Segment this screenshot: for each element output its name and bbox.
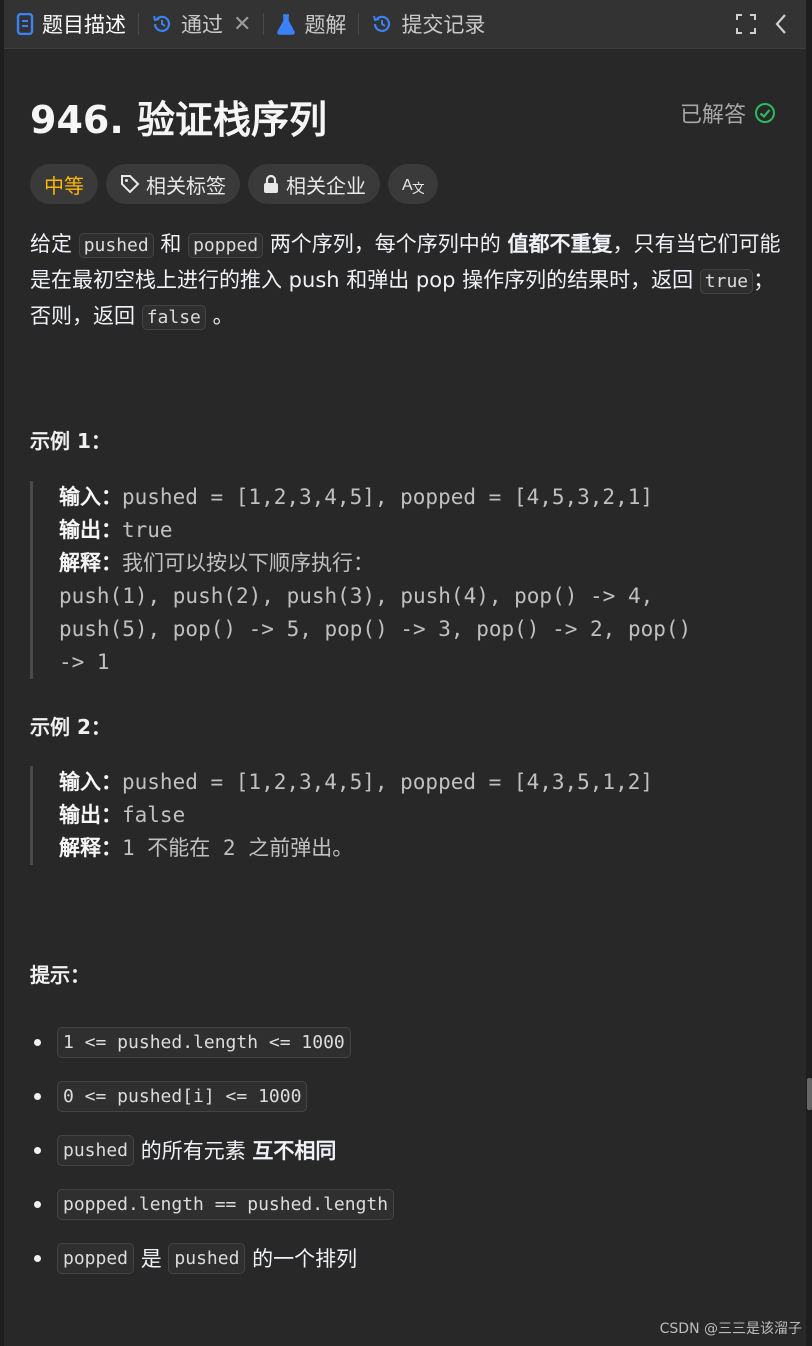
example-label: 输出：: [59, 803, 122, 827]
tab-submissions[interactable]: 提交记录: [359, 0, 497, 48]
desc-text: 给定: [30, 232, 72, 256]
flask-icon: [277, 14, 296, 35]
list-bold: 互不相同: [252, 1139, 337, 1163]
fullscreen-icon[interactable]: [736, 14, 756, 34]
inline-code: popped.length == pushed.length: [57, 1188, 395, 1220]
example-code-line: push(1), push(2), push(3), push(4), pop(…: [59, 584, 654, 608]
solved-status: 已解答: [680, 97, 776, 129]
related-companies-button[interactable]: 相关企业: [248, 164, 380, 204]
example-code-line: push(5), pop() -> 5, pop() -> 3, pop() -…: [59, 617, 692, 641]
tag-row: 中等 相关标签 相关企业 A文: [30, 164, 438, 204]
tab-bar: 题目描述 通过 ✕ 题解 提交记录: [4, 0, 806, 49]
inline-code: 1 <= pushed.length <= 1000: [57, 1026, 351, 1058]
history-icon: [373, 15, 391, 32]
difficulty-label: 中等: [44, 173, 84, 198]
example-input: pushed = [1,2,3,4,5], popped = [4,5,3,2,…: [122, 485, 654, 509]
inline-code: pushed: [78, 233, 154, 258]
bullet-dot: [34, 1038, 41, 1046]
example-label: 解释：: [59, 551, 122, 575]
check-circle-icon: [755, 103, 775, 123]
translate-button[interactable]: A文: [388, 164, 438, 204]
list-item: 0 <= pushed[i] <= 1000: [30, 1069, 790, 1123]
related-tags-label: 相关标签: [146, 173, 226, 198]
constraints-title: 提示：: [30, 963, 90, 987]
constraints-list: 1 <= pushed.length <= 1000 0 <= pushed[i…: [30, 1015, 790, 1285]
desc-text: 。: [212, 304, 234, 328]
example-2-block: 输入：pushed = [1,2,3,4,5], popped = [4,3,5…: [30, 766, 812, 865]
problem-description: 给定 pushed 和 popped 两个序列，每个序列中的 值都不重复，只有当…: [30, 227, 782, 335]
tab-actions: [736, 13, 806, 35]
tab-passed[interactable]: 通过 ✕: [139, 0, 263, 48]
inline-code: 0 <= pushed[i] <= 1000: [57, 1080, 308, 1112]
example-code-line: -> 1: [59, 650, 110, 674]
example-label: 解释：: [59, 836, 122, 860]
list-text: 的一个排列: [252, 1247, 358, 1271]
list-item: popped 是 pushed 的一个排列: [30, 1231, 790, 1285]
list-text: 是: [140, 1247, 162, 1271]
list-item: 1 <= pushed.length <= 1000: [30, 1015, 790, 1069]
svg-text:文: 文: [412, 181, 424, 194]
example-label: 输入：: [59, 485, 122, 509]
inline-code: pushed: [57, 1134, 135, 1166]
watermark: CSDN @三三是该溜子: [659, 1321, 802, 1337]
bullet-dot: [34, 1092, 41, 1100]
bullet-dot: [34, 1200, 41, 1208]
desc-text: 两个序列，每个序列中的: [269, 232, 501, 256]
solved-label: 已解答: [679, 103, 746, 128]
desc-bold: 值都不重复: [507, 232, 613, 256]
example-explanation: 1 不能在 2 之前弹出。: [122, 836, 354, 860]
history-icon: [153, 15, 171, 32]
difficulty-badge[interactable]: 中等: [30, 164, 98, 204]
example-1-title: 示例 1：: [30, 429, 111, 453]
tag-icon: [121, 175, 140, 194]
list-item: pushed 的所有元素 互不相同: [30, 1123, 790, 1177]
inline-code: popped: [57, 1242, 135, 1274]
example-output: true: [122, 518, 173, 542]
list-text: 的所有元素: [140, 1139, 246, 1163]
close-icon[interactable]: ✕: [233, 12, 251, 37]
inline-code: pushed: [168, 1242, 246, 1274]
tab-solutions[interactable]: 题解: [264, 0, 358, 48]
list-item: popped.length == pushed.length: [30, 1177, 790, 1231]
inline-code: true: [699, 269, 754, 294]
related-tags-button[interactable]: 相关标签: [106, 164, 240, 204]
tab-solutions-label: 题解: [304, 13, 347, 37]
inline-code: popped: [188, 233, 264, 258]
bullet-dot: [34, 1146, 41, 1154]
desc-text: 和: [160, 232, 182, 256]
lock-icon: [264, 174, 278, 193]
example-explanation: 我们可以按以下顺序执行：: [122, 551, 374, 575]
document-icon: [16, 13, 34, 35]
tab-submissions-label: 提交记录: [401, 13, 486, 37]
example-label: 输出：: [59, 518, 122, 542]
example-1-block: 输入：pushed = [1,2,3,4,5], popped = [4,5,3…: [30, 481, 812, 679]
scrollbar[interactable]: [807, 1078, 812, 1110]
related-companies-label: 相关企业: [286, 173, 366, 198]
tab-passed-label: 通过: [181, 13, 223, 37]
tab-description[interactable]: 题目描述: [4, 0, 138, 48]
page-title: 946. 验证栈序列: [30, 98, 327, 142]
inline-code: false: [141, 305, 206, 330]
example-input: pushed = [1,2,3,4,5], popped = [4,3,5,1,…: [122, 770, 654, 794]
tab-description-label: 题目描述: [42, 13, 126, 37]
chevron-left-icon[interactable]: [774, 13, 788, 35]
example-label: 输入：: [59, 770, 122, 794]
problem-panel: 946. 验证栈序列 已解答 中等 相关标签 相关企业 A文 给定 pushed…: [4, 49, 806, 1346]
bullet-dot: [34, 1254, 41, 1262]
example-2-title: 示例 2：: [30, 715, 111, 739]
translate-icon: A文: [402, 177, 424, 194]
example-output: false: [122, 803, 186, 827]
